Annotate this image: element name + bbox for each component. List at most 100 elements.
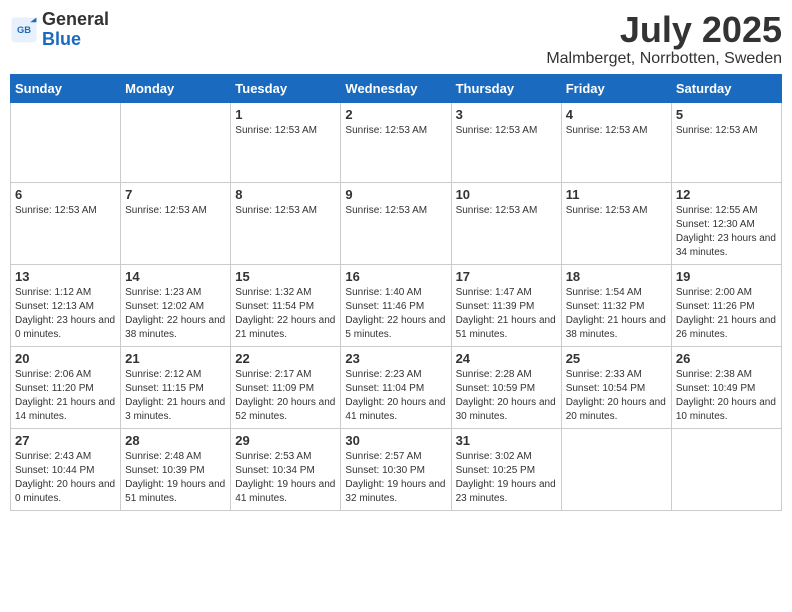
calendar-cell: 30 Sunrise: 2:57 AM Sunset: 10:30 PM Dayl… bbox=[341, 428, 451, 510]
day-info: Sunrise: 2:57 AM Sunset: 10:30 PM Daylig… bbox=[345, 450, 446, 506]
calendar-cell: 14 Sunrise: 1:23 AM Sunset: 12:02 AM Dayl… bbox=[121, 264, 231, 346]
day-number: 2 bbox=[345, 107, 446, 122]
calendar-cell: 12 Sunrise: 12:55 AM Sunset: 12:30 AM Day… bbox=[671, 182, 781, 264]
day-number: 8 bbox=[235, 187, 336, 202]
day-info: Sunrise: 12:53 AM bbox=[125, 204, 226, 218]
day-info: Sunrise: 12:53 AM bbox=[676, 124, 777, 138]
calendar-body: 1 Sunrise: 12:53 AM 2 Sunrise: 12:53 AM 3 Sun… bbox=[11, 102, 782, 510]
day-number: 30 bbox=[345, 433, 446, 448]
day-info: Sunrise: 1:23 AM Sunset: 12:02 AM Daylig… bbox=[125, 286, 226, 342]
calendar-week-row: 6Sunrise: 12:53 AM 7 Sunrise: 12:53 AM 8 Sun… bbox=[11, 182, 782, 264]
calendar-cell: 28 Sunrise: 2:48 AM Sunset: 10:39 PM Dayl… bbox=[121, 428, 231, 510]
day-info: Sunrise: 1:47 AM Sunset: 11:39 PM Daylig… bbox=[456, 286, 557, 342]
day-info: Sunrise: 2:48 AM Sunset: 10:39 PM Daylig… bbox=[125, 450, 226, 506]
day-number: 31 bbox=[456, 433, 557, 448]
day-info: Sunrise: 1:54 AM Sunset: 11:32 PM Daylig… bbox=[566, 286, 667, 342]
day-info: Sunrise: 1:12 AM Sunset: 12:13 AM Daylig… bbox=[15, 286, 116, 342]
day-info: Sunrise: 12:55 AM Sunset: 12:30 AM Dayli… bbox=[676, 204, 777, 260]
calendar-cell: 16 Sunrise: 1:40 AM Sunset: 11:46 PM Dayl… bbox=[341, 264, 451, 346]
calendar-cell: 24 Sunrise: 2:28 AM Sunset: 10:59 PM Dayl… bbox=[451, 346, 561, 428]
day-number: 9 bbox=[345, 187, 446, 202]
weekday-header-cell: Monday bbox=[121, 74, 231, 102]
calendar-table: SundayMondayTuesdayWednesdayThursdayFrid… bbox=[10, 74, 782, 511]
day-number: 13 bbox=[15, 269, 116, 284]
day-info: Sunrise: 2:00 AM Sunset: 11:26 PM Daylig… bbox=[676, 286, 777, 342]
calendar-cell: 18 Sunrise: 1:54 AM Sunset: 11:32 PM Dayl… bbox=[561, 264, 671, 346]
day-info: Sunrise: 12:53 AM bbox=[15, 204, 116, 218]
calendar-cell: 2 Sunrise: 12:53 AM bbox=[341, 102, 451, 182]
day-number: 1 bbox=[235, 107, 336, 122]
day-info: Sunrise: 2:33 AM Sunset: 10:54 PM Daylig… bbox=[566, 368, 667, 424]
day-info: Sunrise: 12:53 AM bbox=[345, 124, 446, 138]
day-number: 16 bbox=[345, 269, 446, 284]
day-info: Sunrise: 12:53 AM bbox=[235, 204, 336, 218]
day-number: 21 bbox=[125, 351, 226, 366]
calendar-cell: 11 Sunrise: 12:53 AM bbox=[561, 182, 671, 264]
calendar-cell: 7 Sunrise: 12:53 AM bbox=[121, 182, 231, 264]
calendar-cell: 3 Sunrise: 12:53 AM bbox=[451, 102, 561, 182]
location-title: Malmberget, Norrbotten, Sweden bbox=[546, 50, 782, 68]
day-number: 7 bbox=[125, 187, 226, 202]
weekday-header-row: SundayMondayTuesdayWednesdayThursdayFrid… bbox=[11, 74, 782, 102]
day-number: 27 bbox=[15, 433, 116, 448]
day-info: Sunrise: 12:53 AM bbox=[456, 124, 557, 138]
calendar-cell: 13 Sunrise: 1:12 AM Sunset: 12:13 AM Dayl… bbox=[11, 264, 121, 346]
calendar-cell: 5 Sunrise: 12:53 AM bbox=[671, 102, 781, 182]
day-number: 5 bbox=[676, 107, 777, 122]
day-number: 29 bbox=[235, 433, 336, 448]
day-number: 4 bbox=[566, 107, 667, 122]
weekday-header-cell: Friday bbox=[561, 74, 671, 102]
calendar-week-row: 27Sunrise: 2:43 AM Sunset: 10:44 PM Dayl… bbox=[11, 428, 782, 510]
svg-text:GB: GB bbox=[17, 25, 31, 35]
calendar-cell: 22 Sunrise: 2:17 AM Sunset: 11:09 PM Dayl… bbox=[231, 346, 341, 428]
day-number: 24 bbox=[456, 351, 557, 366]
day-number: 22 bbox=[235, 351, 336, 366]
calendar-cell: 15Sunrise: 1:32 AM Sunset: 11:54 PM Dayl… bbox=[231, 264, 341, 346]
logo-line1: General bbox=[42, 10, 109, 30]
calendar-week-row: 13 Sunrise: 1:12 AM Sunset: 12:13 AM Dayl… bbox=[11, 264, 782, 346]
day-info: Sunrise: 1:40 AM Sunset: 11:46 PM Daylig… bbox=[345, 286, 446, 342]
day-info: Sunrise: 12:53 AM bbox=[456, 204, 557, 218]
calendar-cell bbox=[11, 102, 121, 182]
day-number: 26 bbox=[676, 351, 777, 366]
calendar-cell: 23Sunrise: 2:23 AM Sunset: 11:04 PM Dayl… bbox=[341, 346, 451, 428]
day-info: Sunrise: 2:06 AM Sunset: 11:20 PM Daylig… bbox=[15, 368, 116, 424]
day-number: 28 bbox=[125, 433, 226, 448]
calendar-cell: 27Sunrise: 2:43 AM Sunset: 10:44 PM Dayl… bbox=[11, 428, 121, 510]
day-info: Sunrise: 2:12 AM Sunset: 11:15 PM Daylig… bbox=[125, 368, 226, 424]
day-info: Sunrise: 3:02 AM Sunset: 10:25 PM Daylig… bbox=[456, 450, 557, 506]
day-info: Sunrise: 12:53 AM bbox=[566, 124, 667, 138]
day-info: Sunrise: 2:38 AM Sunset: 10:49 PM Daylig… bbox=[676, 368, 777, 424]
day-info: Sunrise: 2:17 AM Sunset: 11:09 PM Daylig… bbox=[235, 368, 336, 424]
calendar-cell: 4 Sunrise: 12:53 AM bbox=[561, 102, 671, 182]
day-number: 3 bbox=[456, 107, 557, 122]
day-number: 23 bbox=[345, 351, 446, 366]
day-number: 25 bbox=[566, 351, 667, 366]
calendar-week-row: 1 Sunrise: 12:53 AM 2 Sunrise: 12:53 AM 3 Sun… bbox=[11, 102, 782, 182]
calendar-cell bbox=[121, 102, 231, 182]
day-info: Sunrise: 12:53 AM bbox=[566, 204, 667, 218]
day-number: 15 bbox=[235, 269, 336, 284]
calendar-cell: 19Sunrise: 2:00 AM Sunset: 11:26 PM Dayl… bbox=[671, 264, 781, 346]
day-info: Sunrise: 12:53 AM bbox=[235, 124, 336, 138]
weekday-header-cell: Tuesday bbox=[231, 74, 341, 102]
day-number: 10 bbox=[456, 187, 557, 202]
day-info: Sunrise: 2:28 AM Sunset: 10:59 PM Daylig… bbox=[456, 368, 557, 424]
calendar-cell: 20 Sunrise: 2:06 AM Sunset: 11:20 PM Dayl… bbox=[11, 346, 121, 428]
day-number: 17 bbox=[456, 269, 557, 284]
calendar-cell: 31 Sunrise: 3:02 AM Sunset: 10:25 PM Dayl… bbox=[451, 428, 561, 510]
weekday-header-cell: Sunday bbox=[11, 74, 121, 102]
day-number: 12 bbox=[676, 187, 777, 202]
calendar-week-row: 20 Sunrise: 2:06 AM Sunset: 11:20 PM Dayl… bbox=[11, 346, 782, 428]
day-info: Sunrise: 2:53 AM Sunset: 10:34 PM Daylig… bbox=[235, 450, 336, 506]
title-area: July 2025 Malmberget, Norrbotten, Sweden bbox=[546, 10, 782, 68]
weekday-header-cell: Saturday bbox=[671, 74, 781, 102]
calendar-cell: 21 Sunrise: 2:12 AM Sunset: 11:15 PM Dayl… bbox=[121, 346, 231, 428]
day-number: 20 bbox=[15, 351, 116, 366]
calendar-cell: 6Sunrise: 12:53 AM bbox=[11, 182, 121, 264]
day-number: 14 bbox=[125, 269, 226, 284]
day-number: 18 bbox=[566, 269, 667, 284]
day-number: 11 bbox=[566, 187, 667, 202]
calendar-cell: 26 Sunrise: 2:38 AM Sunset: 10:49 PM Dayl… bbox=[671, 346, 781, 428]
calendar-cell: 25 Sunrise: 2:33 AM Sunset: 10:54 PM Dayl… bbox=[561, 346, 671, 428]
